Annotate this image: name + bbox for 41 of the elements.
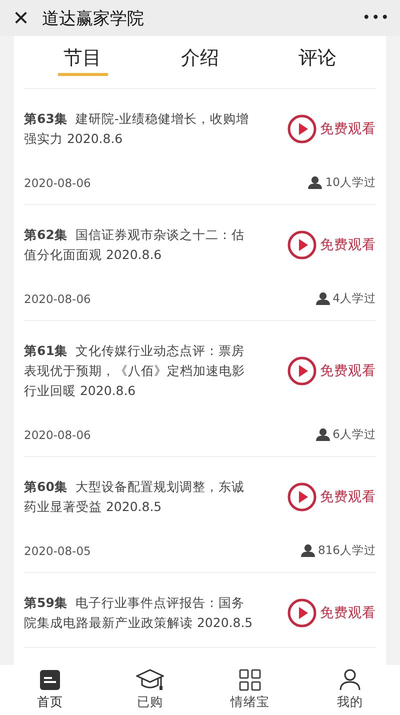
episode-title[interactable]: 第60集 大型设备配置规划调整，东诚药业显著受益 2020.8.5 <box>24 477 256 517</box>
free-watch-button[interactable]: 免费观看 <box>287 598 376 628</box>
person-icon <box>316 428 330 441</box>
tab[interactable]: 介绍 <box>174 36 225 76</box>
learner-count: 4人学过 <box>332 291 376 306</box>
person-icon <box>301 544 316 557</box>
play-icon <box>287 356 317 386</box>
document-icon <box>39 669 61 691</box>
graduation-cap-icon <box>136 669 164 691</box>
learner-count: 6人学过 <box>332 427 376 442</box>
play-icon <box>287 114 317 144</box>
nav-item[interactable]: 已购 <box>110 665 190 715</box>
episode-title[interactable]: 第61集 文化传媒行业动态点评：票房表现优于预期，《八佰》定档加速电影行业回暖 2020.8.6 <box>24 341 256 401</box>
grid-icon <box>239 669 261 691</box>
play-icon <box>287 598 317 628</box>
tab[interactable]: 评论 <box>292 36 342 76</box>
play-icon <box>287 230 317 260</box>
learner-count: 10人学过 <box>325 175 376 190</box>
more-button[interactable]: ••• <box>362 10 390 26</box>
free-watch-button[interactable]: 免费观看 <box>287 482 376 512</box>
play-icon <box>287 482 317 512</box>
tab[interactable]: 节目 <box>58 36 108 76</box>
person-icon <box>308 176 322 189</box>
episode-title[interactable]: 第59集 电子行业事件点评报告：国务院集成电路最新产业政策解读 2020.8.5 <box>24 593 256 633</box>
person-icon <box>339 669 361 691</box>
close-button[interactable]: ✕ <box>10 6 32 30</box>
free-watch-button[interactable]: 免费观看 <box>287 114 376 144</box>
episode-date: 2020-08-06 <box>24 292 91 306</box>
free-watch-button[interactable]: 免费观看 <box>287 356 376 386</box>
episode-date: 2020-08-06 <box>24 176 91 190</box>
nav-item[interactable]: 情绪宝 <box>210 665 290 715</box>
nav-item[interactable]: 首页 <box>10 665 90 715</box>
episode-title[interactable]: 第62集 国信证券观市杂谈之十二：估值分化面面观 2020.8.6 <box>24 225 256 265</box>
window-title: 道达赢家学院 <box>42 8 145 30</box>
free-watch-button[interactable]: 免费观看 <box>287 230 376 260</box>
nav-item[interactable]: 我的 <box>310 665 390 715</box>
learner-count: 816人学过 <box>318 543 376 558</box>
episode-title[interactable]: 第63集 建研院-业绩稳健增长，收购增强实力 2020.8.6 <box>24 109 256 149</box>
episode-date: 2020-08-06 <box>24 428 91 442</box>
episode-date: 2020-08-05 <box>24 544 91 558</box>
person-icon <box>316 292 330 305</box>
